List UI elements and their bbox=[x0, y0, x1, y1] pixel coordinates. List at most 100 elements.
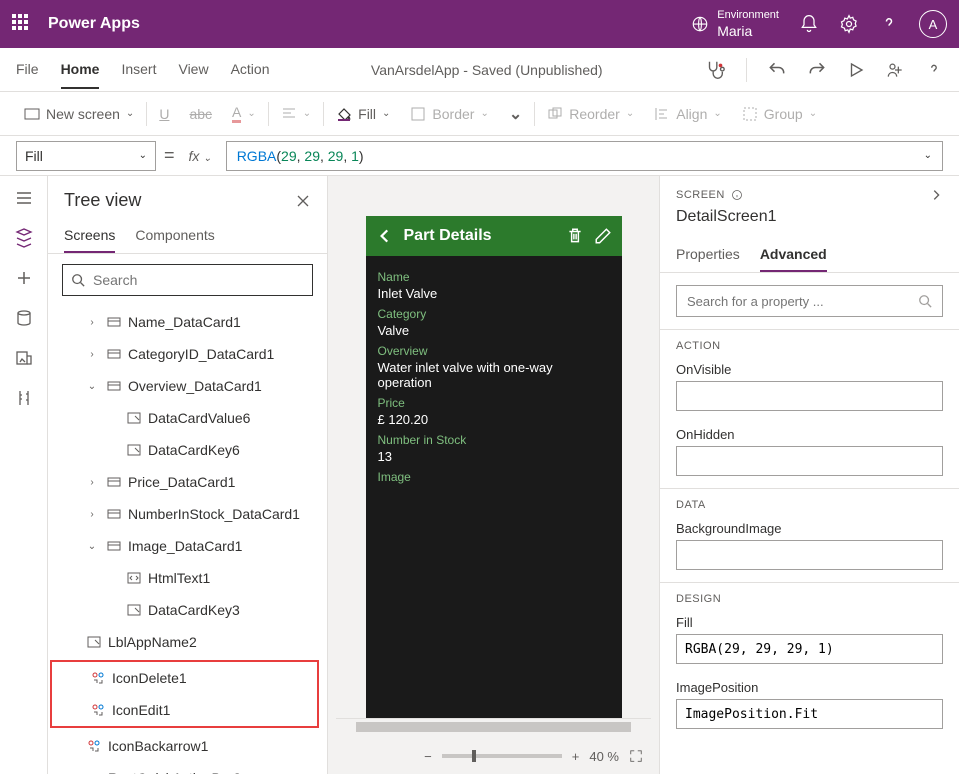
tree-item[interactable]: ›Price_DataCard1 bbox=[48, 466, 327, 498]
tree-item[interactable]: ›Name_DataCard1 bbox=[48, 306, 327, 338]
tab-properties[interactable]: Properties bbox=[676, 238, 740, 272]
icon-icon bbox=[86, 738, 102, 754]
props-search[interactable] bbox=[676, 285, 943, 317]
html-icon bbox=[126, 570, 142, 586]
zoom-slider[interactable] bbox=[442, 754, 562, 758]
environment-picker[interactable]: Environment Maria bbox=[691, 9, 779, 38]
prop-label: Fill bbox=[676, 615, 943, 630]
pencil-icon[interactable] bbox=[594, 227, 612, 245]
prop-input[interactable] bbox=[676, 634, 943, 664]
globe-icon bbox=[691, 15, 709, 33]
field-label: Overview bbox=[378, 344, 610, 358]
field-value: £ 120.20 bbox=[378, 412, 610, 427]
close-icon[interactable] bbox=[295, 193, 311, 209]
avatar[interactable]: A bbox=[919, 10, 947, 38]
undo-icon[interactable] bbox=[767, 60, 787, 80]
menu-tab-insert[interactable]: Insert bbox=[121, 51, 156, 89]
field-value: Valve bbox=[378, 323, 610, 338]
app-header: Power Apps Environment Maria A bbox=[0, 0, 959, 48]
fontcolor-button: A⌄ bbox=[224, 100, 264, 127]
fit-icon[interactable] bbox=[629, 749, 643, 763]
tree-item[interactable]: DataCardKey6 bbox=[48, 434, 327, 466]
tree-item[interactable]: RectQuickActionBar2 bbox=[48, 762, 327, 774]
menu-tab-view[interactable]: View bbox=[178, 51, 208, 89]
help2-icon[interactable] bbox=[925, 61, 943, 79]
menu-tab-home[interactable]: Home bbox=[61, 51, 100, 89]
tab-components[interactable]: Components bbox=[135, 219, 214, 253]
search-icon bbox=[71, 273, 85, 287]
field-value: Water inlet valve with one-way operation bbox=[378, 360, 610, 390]
section-header: ACTION bbox=[660, 329, 959, 358]
ribbon: New screen⌄ U abc A⌄ ⌄ Fill⌄ Border⌄ ⌄ R… bbox=[0, 92, 959, 136]
fx-label: fx ⌄ bbox=[183, 148, 218, 164]
tree-title: Tree view bbox=[64, 190, 141, 211]
card-icon bbox=[106, 474, 122, 490]
new-screen-button[interactable]: New screen⌄ bbox=[16, 102, 142, 126]
field-label: Image bbox=[378, 470, 610, 484]
expand-ribbon[interactable]: ⌄ bbox=[501, 100, 530, 128]
icon-icon bbox=[90, 702, 106, 718]
prop-label: ImagePosition bbox=[676, 680, 943, 695]
help-icon[interactable] bbox=[879, 14, 899, 34]
formula-bar: Fill⌄ = fx ⌄ RGBA(29, 29, 29, 1) ⌄ bbox=[0, 136, 959, 176]
tree-item[interactable]: ›NumberInStock_DataCard1 bbox=[48, 498, 327, 530]
tab-screens[interactable]: Screens bbox=[64, 219, 115, 253]
reorder-icon bbox=[547, 106, 563, 122]
tab-advanced[interactable]: Advanced bbox=[760, 238, 827, 272]
bell-icon[interactable] bbox=[799, 14, 819, 34]
share-icon[interactable] bbox=[885, 60, 905, 80]
play-icon[interactable] bbox=[847, 61, 865, 79]
align-button: Align⌄ bbox=[646, 102, 730, 126]
tree-icon[interactable] bbox=[14, 228, 34, 248]
gear-icon[interactable] bbox=[839, 14, 859, 34]
redo-icon[interactable] bbox=[807, 60, 827, 80]
tools-icon[interactable] bbox=[14, 388, 34, 408]
prop-input[interactable] bbox=[676, 446, 943, 476]
tree-item[interactable]: ⌄Image_DataCard1 bbox=[48, 530, 327, 562]
props-search-input[interactable] bbox=[687, 294, 918, 309]
tree-item[interactable]: DataCardKey3 bbox=[48, 594, 327, 626]
edit-icon bbox=[126, 602, 142, 618]
media-icon[interactable] bbox=[14, 348, 34, 368]
info-icon[interactable] bbox=[731, 189, 743, 201]
card-icon bbox=[106, 538, 122, 554]
zoom-value: 40 % bbox=[589, 749, 619, 764]
chevron-right-icon[interactable] bbox=[929, 188, 943, 202]
formula-input[interactable]: RGBA(29, 29, 29, 1) ⌄ bbox=[226, 141, 943, 171]
waffle-icon[interactable] bbox=[12, 14, 32, 34]
prop-input[interactable] bbox=[676, 381, 943, 411]
reorder-button: Reorder⌄ bbox=[539, 102, 642, 126]
trash-icon[interactable] bbox=[566, 227, 584, 245]
stethoscope-icon[interactable] bbox=[704, 59, 726, 81]
brand-label: Power Apps bbox=[48, 15, 691, 33]
tree-search-input[interactable] bbox=[93, 272, 304, 288]
tree-item[interactable]: HtmlText1 bbox=[48, 562, 327, 594]
prop-input[interactable] bbox=[676, 699, 943, 729]
data-icon[interactable] bbox=[14, 308, 34, 328]
menu-tab-file[interactable]: File bbox=[16, 51, 39, 89]
tree-item[interactable]: IconDelete1 bbox=[52, 662, 317, 694]
phone-preview[interactable]: Part Details NameInlet ValveCategoryValv… bbox=[366, 216, 622, 718]
fill-button[interactable]: Fill⌄ bbox=[328, 102, 398, 126]
zoom-out[interactable]: − bbox=[424, 749, 432, 764]
tree-item[interactable]: IconBackarrow1 bbox=[48, 730, 327, 762]
group-icon bbox=[742, 106, 758, 122]
strike-button: abc bbox=[181, 102, 220, 126]
tree-item[interactable]: ›CategoryID_DataCard1 bbox=[48, 338, 327, 370]
prop-label: OnVisible bbox=[676, 362, 943, 377]
property-selector[interactable]: Fill⌄ bbox=[16, 141, 156, 171]
menu-tab-action[interactable]: Action bbox=[231, 51, 270, 89]
tree-item[interactable]: DataCardValue6 bbox=[48, 402, 327, 434]
tree-item[interactable]: IconEdit1 bbox=[52, 694, 317, 726]
tree-search[interactable] bbox=[62, 264, 313, 296]
zoom-in[interactable]: + bbox=[572, 749, 580, 764]
back-icon[interactable] bbox=[376, 227, 394, 245]
plus-icon[interactable] bbox=[14, 268, 34, 288]
underline-button: U bbox=[151, 102, 177, 126]
canvas-scrollbar[interactable] bbox=[336, 718, 651, 734]
tree-item[interactable]: LblAppName2 bbox=[48, 626, 327, 658]
hamburger-icon[interactable] bbox=[14, 188, 34, 208]
prop-label: BackgroundImage bbox=[676, 521, 943, 536]
tree-item[interactable]: ⌄Overview_DataCard1 bbox=[48, 370, 327, 402]
prop-input[interactable] bbox=[676, 540, 943, 570]
